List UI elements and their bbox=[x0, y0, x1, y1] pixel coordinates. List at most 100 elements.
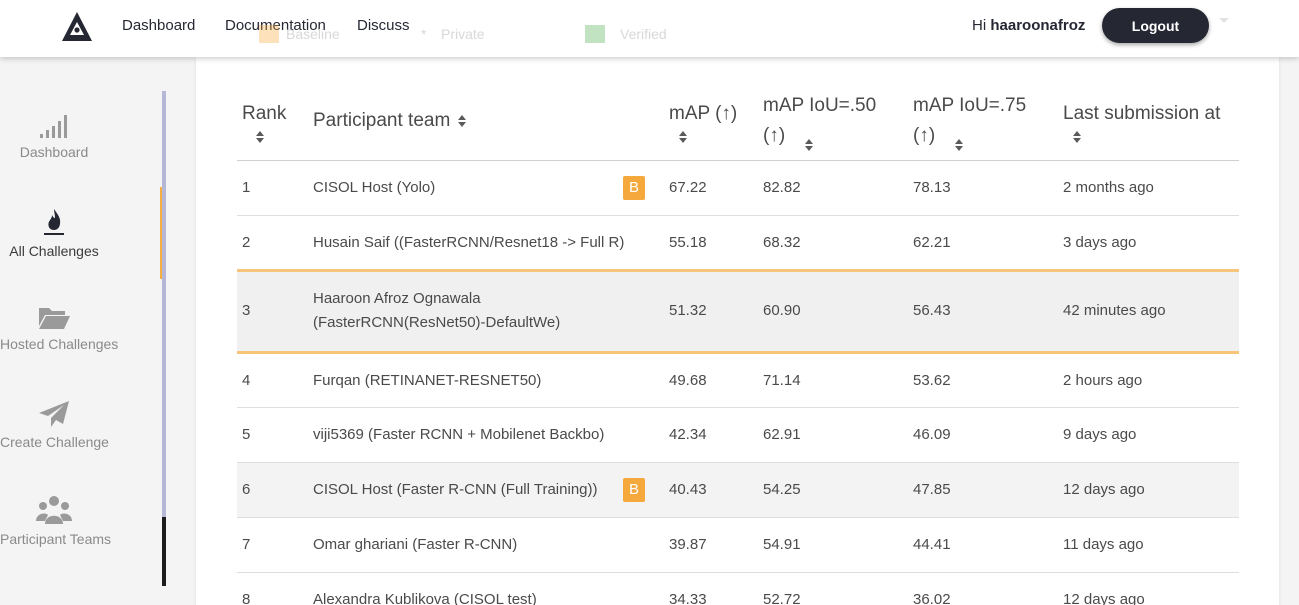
leaderboard-table: Rank Participant team mAP (↑) mAP IoU=.5… bbox=[237, 83, 1239, 605]
nav-link-dashboard[interactable]: Dashboard bbox=[122, 17, 195, 34]
map50-cell-text: 52.72 bbox=[763, 591, 801, 605]
sidebar-item-all-challenges[interactable]: All Challenges bbox=[0, 207, 108, 259]
rank-cell: 6 bbox=[237, 462, 313, 518]
leaderboard-card: Rank Participant team mAP (↑) mAP IoU=.5… bbox=[196, 57, 1279, 605]
sidebar: Dashboard All Challenges Hosted Challeng… bbox=[0, 57, 168, 605]
baseline-legend-swatch bbox=[259, 25, 279, 43]
map75-cell-text: 53.62 bbox=[913, 371, 951, 389]
rank-cell: 8 bbox=[237, 572, 313, 605]
sidebar-scrollbar[interactable] bbox=[162, 91, 166, 586]
sort-icon[interactable] bbox=[805, 139, 813, 152]
map50-cell-text: 54.25 bbox=[763, 481, 801, 498]
table-row[interactable]: 2 Husain Saif ((FasterRCNN/Resnet18 -> Fu… bbox=[237, 215, 1239, 271]
map50-cell-text: 60.90 bbox=[763, 302, 801, 319]
table-row[interactable]: 5 viji5369 (Faster RCNN + Mobilenet Backb… bbox=[237, 407, 1239, 463]
rank-cell: 5 bbox=[237, 407, 313, 463]
header-rank-label: Rank bbox=[242, 103, 287, 125]
map75-cell: 78.13 bbox=[913, 160, 1063, 216]
table-row[interactable]: 6 CISOL Host (Faster R-CNN (Full Training… bbox=[237, 462, 1239, 518]
map75-cell-text: 36.02 bbox=[913, 591, 951, 605]
last-submission-cell-text: 2 hours ago bbox=[1063, 371, 1143, 389]
team-cell: Husain Saif ((FasterRCNN/Resnet18 -> Ful… bbox=[313, 215, 669, 271]
map75-cell-text: 46.09 bbox=[913, 426, 951, 443]
map75-cell-text: 56.43 bbox=[913, 302, 951, 319]
map-cell: 55.18 bbox=[669, 215, 763, 271]
table-row[interactable]: 3 Haaroon Afroz Ognawala (FasterRCNN(ResN… bbox=[237, 268, 1239, 354]
table-row[interactable]: 4 Furqan (RETINANET-RESNET50) 49.68 71.14 53… bbox=[237, 352, 1239, 408]
baseline-badge: B bbox=[623, 477, 645, 502]
map-cell-text: 39.87 bbox=[669, 536, 707, 553]
nav-link-discuss[interactable]: Discuss bbox=[357, 17, 410, 34]
map50-cell-text: 68.32 bbox=[763, 233, 801, 251]
username[interactable]: haaroonafroz bbox=[990, 17, 1085, 34]
header-rank[interactable]: Rank bbox=[237, 83, 313, 161]
team-cell: Haaroon Afroz Ognawala (FasterRCNN(ResNe… bbox=[313, 268, 669, 354]
sort-icon[interactable] bbox=[679, 131, 687, 144]
sidebar-item-dashboard[interactable]: Dashboard bbox=[0, 112, 108, 160]
header-map75[interactable]: mAP IoU=.75 (↑) bbox=[913, 83, 1063, 161]
sort-icon[interactable] bbox=[256, 131, 264, 144]
last-submission-cell: 2 months ago bbox=[1063, 160, 1239, 216]
team-cell-text: Haaroon Afroz Ognawala (FasterRCNN(ResNe… bbox=[313, 290, 561, 331]
team-cell: CISOL Host (Faster R-CNN (Full Training)… bbox=[313, 462, 669, 518]
sidebar-item-label: Create Challenge bbox=[0, 434, 109, 450]
rank-cell: 3 bbox=[237, 268, 313, 354]
table-row[interactable]: 7 Omar ghariani (Faster R-CNN) 39.87 54.91 4… bbox=[237, 517, 1239, 573]
map-cell: 67.22 bbox=[669, 160, 763, 216]
map50-cell-text: 82.82 bbox=[763, 179, 801, 196]
sidebar-item-create-challenge[interactable]: Create Challenge bbox=[0, 400, 109, 450]
last-submission-cell: 11 days ago bbox=[1063, 517, 1239, 573]
rank-cell: 4 bbox=[237, 352, 313, 408]
rank-cell-text: 1 bbox=[242, 179, 251, 196]
folder-open-icon bbox=[39, 308, 70, 329]
header-map50-label: mAP IoU=.50 (↑) bbox=[763, 95, 877, 147]
header-team[interactable]: Participant team bbox=[313, 83, 669, 161]
rank-cell-text: 4 bbox=[242, 371, 251, 389]
sidebar-item-label: All Challenges bbox=[9, 243, 99, 259]
last-submission-cell: 9 days ago bbox=[1063, 407, 1239, 463]
team-cell: Alexandra Kublikova (CISOL test) bbox=[313, 572, 669, 605]
map-cell-text: 49.68 bbox=[669, 371, 707, 389]
map50-cell: 54.25 bbox=[763, 462, 913, 518]
last-submission-cell: 2 hours ago bbox=[1063, 352, 1239, 408]
rank-cell-text: 5 bbox=[242, 426, 251, 443]
table-row[interactable]: 1 CISOL Host (Yolo) B 67.22 82.82 78.13 2 mont… bbox=[237, 160, 1239, 216]
sidebar-item-label: Dashboard bbox=[19, 144, 89, 160]
map50-cell-text: 71.14 bbox=[763, 371, 801, 389]
team-cell-text: CISOL Host (Faster R-CNN (Full Training)… bbox=[313, 481, 598, 498]
map75-cell: 36.02 bbox=[913, 572, 1063, 605]
last-submission-cell-text: 42 minutes ago bbox=[1063, 302, 1166, 319]
header-map[interactable]: mAP (↑) bbox=[669, 83, 763, 161]
user-greeting: Hi haaroonafroz bbox=[972, 17, 1085, 34]
map75-cell-text: 62.21 bbox=[913, 233, 951, 251]
top-navbar: Dashboard Documentation Discuss Hi haaro… bbox=[0, 0, 1299, 57]
map50-cell: 68.32 bbox=[763, 215, 913, 271]
header-last-submission[interactable]: Last submission at bbox=[1063, 83, 1239, 161]
header-map50[interactable]: mAP IoU=.50 (↑) bbox=[763, 83, 913, 161]
header-map75-label: mAP IoU=.75 (↑) bbox=[913, 95, 1027, 147]
sidebar-item-label: Participant Teams bbox=[0, 531, 112, 547]
map50-cell: 52.72 bbox=[763, 572, 913, 605]
map75-cell: 62.21 bbox=[913, 215, 1063, 271]
chevron-down-icon[interactable] bbox=[1219, 18, 1229, 23]
logout-button[interactable]: Logout bbox=[1102, 8, 1209, 43]
sidebar-scrollbar-thumb[interactable] bbox=[162, 517, 166, 586]
sort-icon[interactable] bbox=[458, 115, 467, 128]
sidebar-item-participant-teams[interactable]: Participant Teams bbox=[0, 495, 112, 547]
sidebar-item-hosted-challenges[interactable]: Hosted Challenges bbox=[0, 304, 118, 352]
team-cell-text: CISOL Host (Yolo) bbox=[313, 179, 436, 196]
evalai-logo-icon[interactable] bbox=[61, 11, 93, 42]
sort-icon[interactable] bbox=[955, 139, 963, 152]
map75-cell: 53.62 bbox=[913, 352, 1063, 408]
map-cell: 34.33 bbox=[669, 572, 763, 605]
table-row[interactable]: 8 Alexandra Kublikova (CISOL test) 34.33 52… bbox=[237, 572, 1239, 605]
sort-icon[interactable] bbox=[1073, 131, 1081, 144]
rank-cell: 1 bbox=[237, 160, 313, 216]
map-cell: 49.68 bbox=[669, 352, 763, 408]
header-map-label: mAP (↑) bbox=[669, 103, 738, 125]
map-cell-text: 51.32 bbox=[669, 302, 707, 319]
map75-cell: 44.41 bbox=[913, 517, 1063, 573]
map-cell-text: 55.18 bbox=[669, 233, 707, 251]
header-team-label: Participant team bbox=[313, 110, 451, 132]
team-cell: Furqan (RETINANET-RESNET50) bbox=[313, 352, 669, 408]
